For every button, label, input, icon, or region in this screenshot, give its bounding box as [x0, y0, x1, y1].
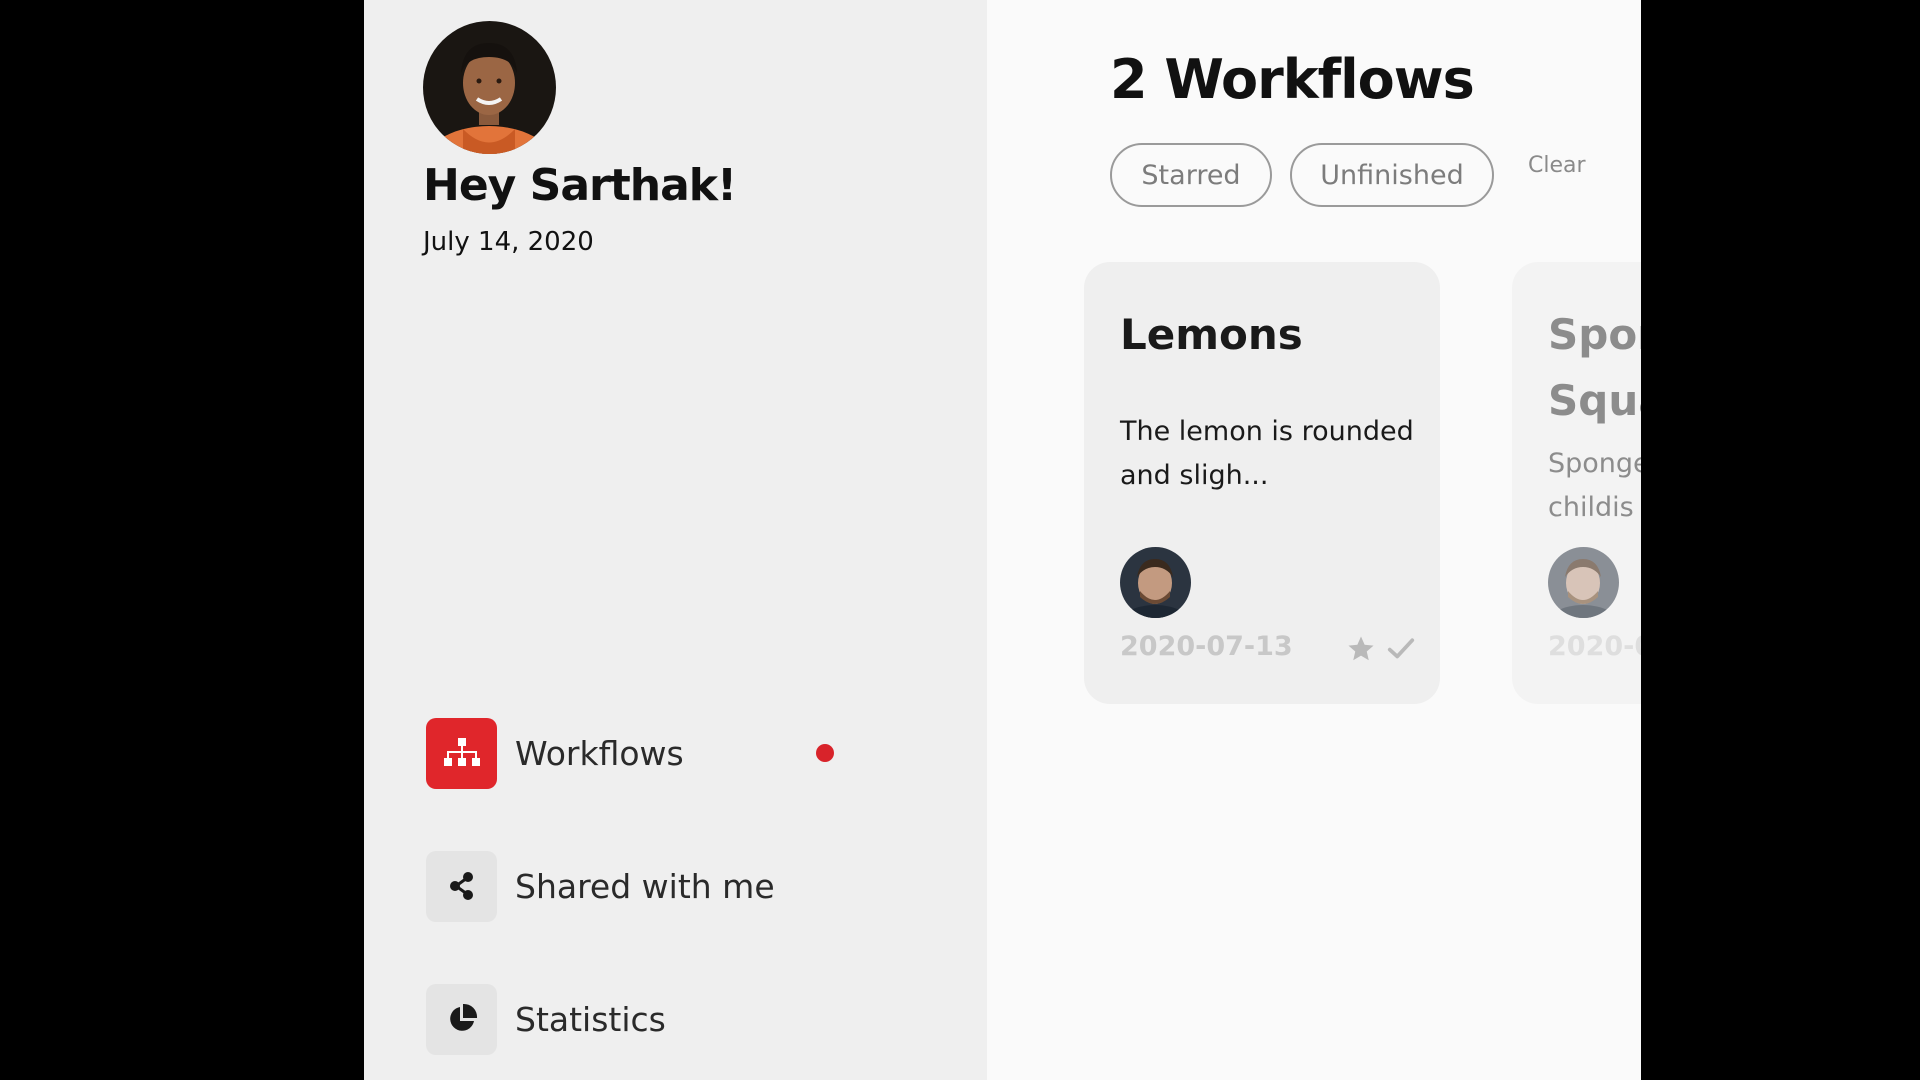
collaborator-avatar-image [1120, 547, 1191, 618]
share-icon [426, 850, 497, 922]
user-avatar-image [423, 21, 556, 154]
notification-dot [816, 744, 834, 762]
workflow-card-description: The lemon is rounded and sligh... [1120, 416, 1414, 491]
screen: Hey Sarthak! July 14, 2020 Workflows Sha… [0, 0, 1920, 1080]
nav-item-statistics[interactable]: Statistics [426, 983, 906, 1055]
workflow-card-date: 2020-0 [1548, 631, 1641, 662]
page-title: 2 Workflows [1110, 48, 1475, 111]
nav-label-statistics: Statistics [515, 999, 666, 1039]
workflow-card-actions [1346, 634, 1416, 668]
pie-chart-icon [426, 983, 497, 1055]
workflow-card-sponge[interactable]: Spor Squa Sponge childis 2020-0 [1512, 262, 1641, 704]
nav-label-workflows: Workflows [515, 733, 684, 773]
workflow-card-date: 2020-07-13 [1120, 631, 1293, 662]
workflow-card-lemons[interactable]: Lemons The lemon is rounded and sligh...… [1084, 262, 1440, 704]
sitemap-icon [426, 717, 497, 789]
collaborator-avatar[interactable] [1120, 547, 1191, 618]
filter-chip-unfinished[interactable]: Unfinished [1290, 143, 1494, 207]
nav-item-shared-with-me[interactable]: Shared with me [426, 850, 906, 922]
sidebar: Hey Sarthak! July 14, 2020 Workflows Sha… [364, 0, 987, 1080]
nav-label-shared-with-me: Shared with me [515, 866, 775, 906]
current-date: July 14, 2020 [423, 227, 594, 257]
main-content: 2 Workflows Starred Unfinished Clear Lem… [987, 0, 1641, 1080]
greeting: Hey Sarthak! [423, 160, 737, 211]
star-icon[interactable] [1346, 634, 1376, 668]
workflow-card-title: Lemons [1120, 310, 1303, 359]
filter-chip-starred[interactable]: Starred [1110, 143, 1272, 207]
collaborator-avatar-image [1548, 547, 1619, 618]
workflow-card-description: Sponge childis [1548, 448, 1641, 523]
clear-filters-button[interactable]: Clear [1528, 153, 1586, 178]
app-window: Hey Sarthak! July 14, 2020 Workflows Sha… [364, 0, 1641, 1080]
workflow-card-title: Spor Squa [1548, 310, 1641, 425]
collaborator-avatar[interactable] [1548, 547, 1619, 618]
nav-item-workflows[interactable]: Workflows [426, 717, 906, 789]
user-avatar[interactable] [423, 21, 556, 154]
checkmark-icon[interactable] [1386, 634, 1416, 668]
